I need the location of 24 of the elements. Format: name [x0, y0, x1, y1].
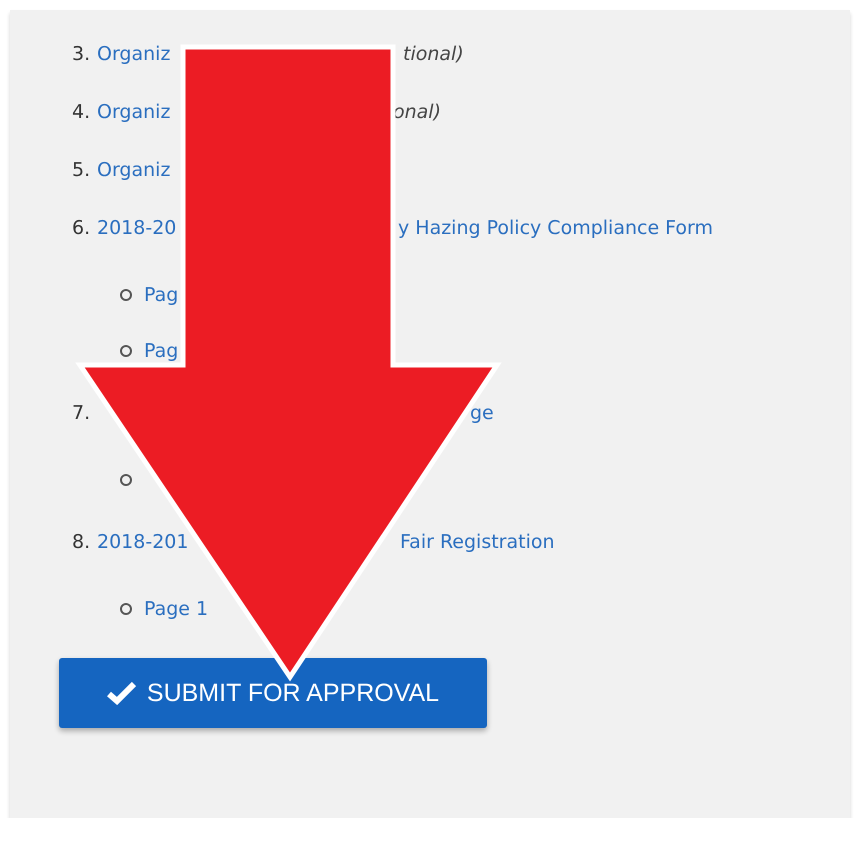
- link[interactable]: Organiz: [97, 43, 170, 65]
- link[interactable]: 2018-20: [97, 217, 176, 239]
- optional-note: tional): [403, 43, 464, 65]
- checkmark-icon: [106, 681, 137, 705]
- page-link[interactable]: Pag: [144, 284, 178, 306]
- bullet-icon: [120, 474, 132, 486]
- link[interactable]: ge: [470, 402, 494, 424]
- page-link[interactable]: Page 1: [144, 598, 208, 620]
- page-link[interactable]: Pag: [144, 340, 178, 362]
- link[interactable]: Fair Registration: [400, 531, 555, 553]
- submit-button[interactable]: SUBMIT FOR APPROVAL: [59, 658, 487, 728]
- item-number: 5.: [72, 159, 92, 181]
- item-number: 6.: [72, 217, 92, 239]
- bullet-icon: [120, 603, 132, 615]
- link[interactable]: Organiz: [97, 159, 170, 181]
- link[interactable]: y Hazing Policy Compliance Form: [398, 217, 714, 239]
- item-number: 8.: [72, 531, 92, 553]
- item-number: 3.: [72, 43, 92, 65]
- bullet-icon: [120, 345, 132, 357]
- bullet-icon: [120, 289, 132, 301]
- item-number: 4.: [72, 101, 92, 123]
- item-number: 7.: [72, 402, 92, 424]
- link[interactable]: 2018-201: [97, 531, 188, 553]
- link[interactable]: Organiz: [97, 101, 170, 123]
